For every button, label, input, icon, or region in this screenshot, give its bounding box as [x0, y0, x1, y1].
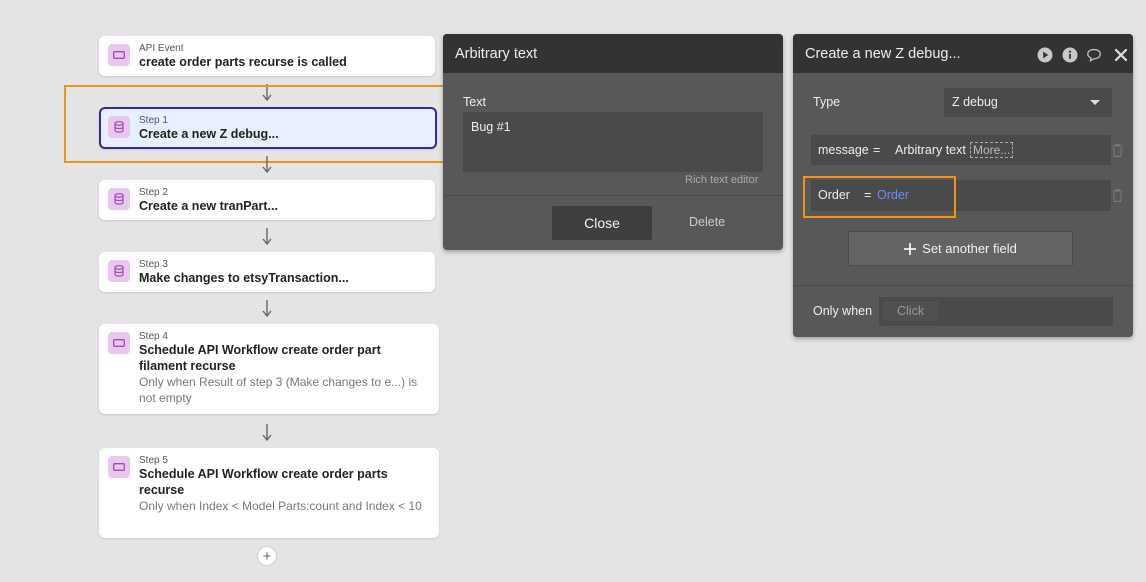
arrow-down-icon: [262, 424, 272, 442]
set-another-field-label: Set another field: [922, 241, 1017, 256]
arrow-down-icon: [262, 156, 272, 174]
chevron-down-icon: [1090, 100, 1100, 105]
step-4-condition: Only when Result of step 3 (Make changes…: [139, 375, 418, 405]
set-another-field-button[interactable]: Set another field: [848, 231, 1073, 266]
step-2-label: Step 2: [139, 187, 168, 198]
event-title: create order parts recurse is called: [139, 55, 347, 69]
step-5-title: Schedule API Workflow create order parts…: [139, 467, 388, 497]
step-3-label: Step 3: [139, 259, 168, 270]
close-button[interactable]: Close: [552, 206, 652, 240]
more-link[interactable]: More...: [970, 142, 1014, 158]
text-input[interactable]: Bug #1: [463, 112, 763, 172]
divider: [443, 195, 783, 196]
message-value[interactable]: Arbitrary text: [895, 143, 966, 157]
arbitrary-text-panel: Arbitrary text Text Bug #1 Rich text edi…: [443, 34, 783, 250]
panel-title: Arbitrary text: [455, 46, 538, 62]
arrow-down-icon: [262, 300, 272, 318]
delete-button[interactable]: Delete: [689, 215, 725, 229]
step-3-title: Make changes to etsyTransaction...: [139, 271, 349, 285]
event-label: API Event: [139, 43, 184, 54]
text-value: Bug #1: [471, 120, 511, 134]
only-when-placeholder: Click: [883, 301, 939, 321]
close-icon[interactable]: [1113, 47, 1129, 63]
rich-text-editor-link[interactable]: Rich text editor: [685, 174, 758, 186]
type-dropdown[interactable]: Z debug: [944, 88, 1112, 117]
text-label: Text: [463, 95, 486, 109]
arrow-down-icon: [262, 228, 272, 246]
add-step-button[interactable]: +: [257, 546, 277, 566]
comment-icon[interactable]: [1086, 47, 1102, 63]
step-5-card[interactable]: Step 5 Schedule API Workflow create orde…: [99, 448, 439, 538]
api-event-card[interactable]: API Event create order parts recurse is …: [99, 36, 435, 76]
trash-icon[interactable]: [1112, 189, 1123, 202]
plus-icon: +: [262, 547, 272, 565]
message-equals: =: [873, 143, 881, 157]
plus-icon: [904, 242, 917, 255]
panel-title: Create a new Z debug...: [805, 46, 961, 62]
only-when-label: Only when: [813, 304, 873, 318]
play-icon[interactable]: [1037, 47, 1053, 63]
message-field-row[interactable]: message = Arbitrary text More...: [811, 135, 1111, 165]
step-2-title: Create a new tranPart...: [139, 199, 278, 213]
highlight-order-field: [803, 176, 956, 218]
action-editor-panel: Create a new Z debug... Type Z debug mes…: [793, 34, 1133, 337]
step-1-card[interactable]: Step 1 Create a new Z debug...: [99, 107, 437, 149]
divider: [793, 285, 1133, 286]
info-icon[interactable]: [1062, 47, 1078, 63]
message-field-name: message: [818, 143, 869, 157]
panel-header: Create a new Z debug...: [793, 34, 1133, 73]
step-4-title: Schedule API Workflow create order part …: [139, 343, 381, 373]
event-icon: [108, 44, 130, 66]
step-3-card[interactable]: Step 3 Make changes to etsyTransaction..…: [99, 252, 435, 292]
trash-icon[interactable]: [1112, 144, 1123, 157]
step-5-condition: Only when Index < Model Parts:count and …: [139, 499, 422, 513]
database-icon: [108, 260, 130, 282]
schedule-icon: [108, 456, 130, 478]
step-1-title: Create a new Z debug...: [139, 127, 279, 141]
database-icon: [108, 116, 130, 138]
type-label: Type: [813, 95, 841, 109]
panel-header: Arbitrary text: [443, 34, 783, 73]
type-value: Z debug: [952, 95, 998, 109]
schedule-icon: [108, 332, 130, 354]
database-icon: [108, 188, 130, 210]
step-5-label: Step 5: [139, 455, 168, 466]
step-2-card[interactable]: Step 2 Create a new tranPart...: [99, 180, 435, 220]
step-4-label: Step 4: [139, 331, 168, 342]
step-1-label: Step 1: [139, 115, 168, 126]
only-when-input[interactable]: Click: [879, 297, 1113, 326]
step-4-card[interactable]: Step 4 Schedule API Workflow create orde…: [99, 324, 439, 414]
